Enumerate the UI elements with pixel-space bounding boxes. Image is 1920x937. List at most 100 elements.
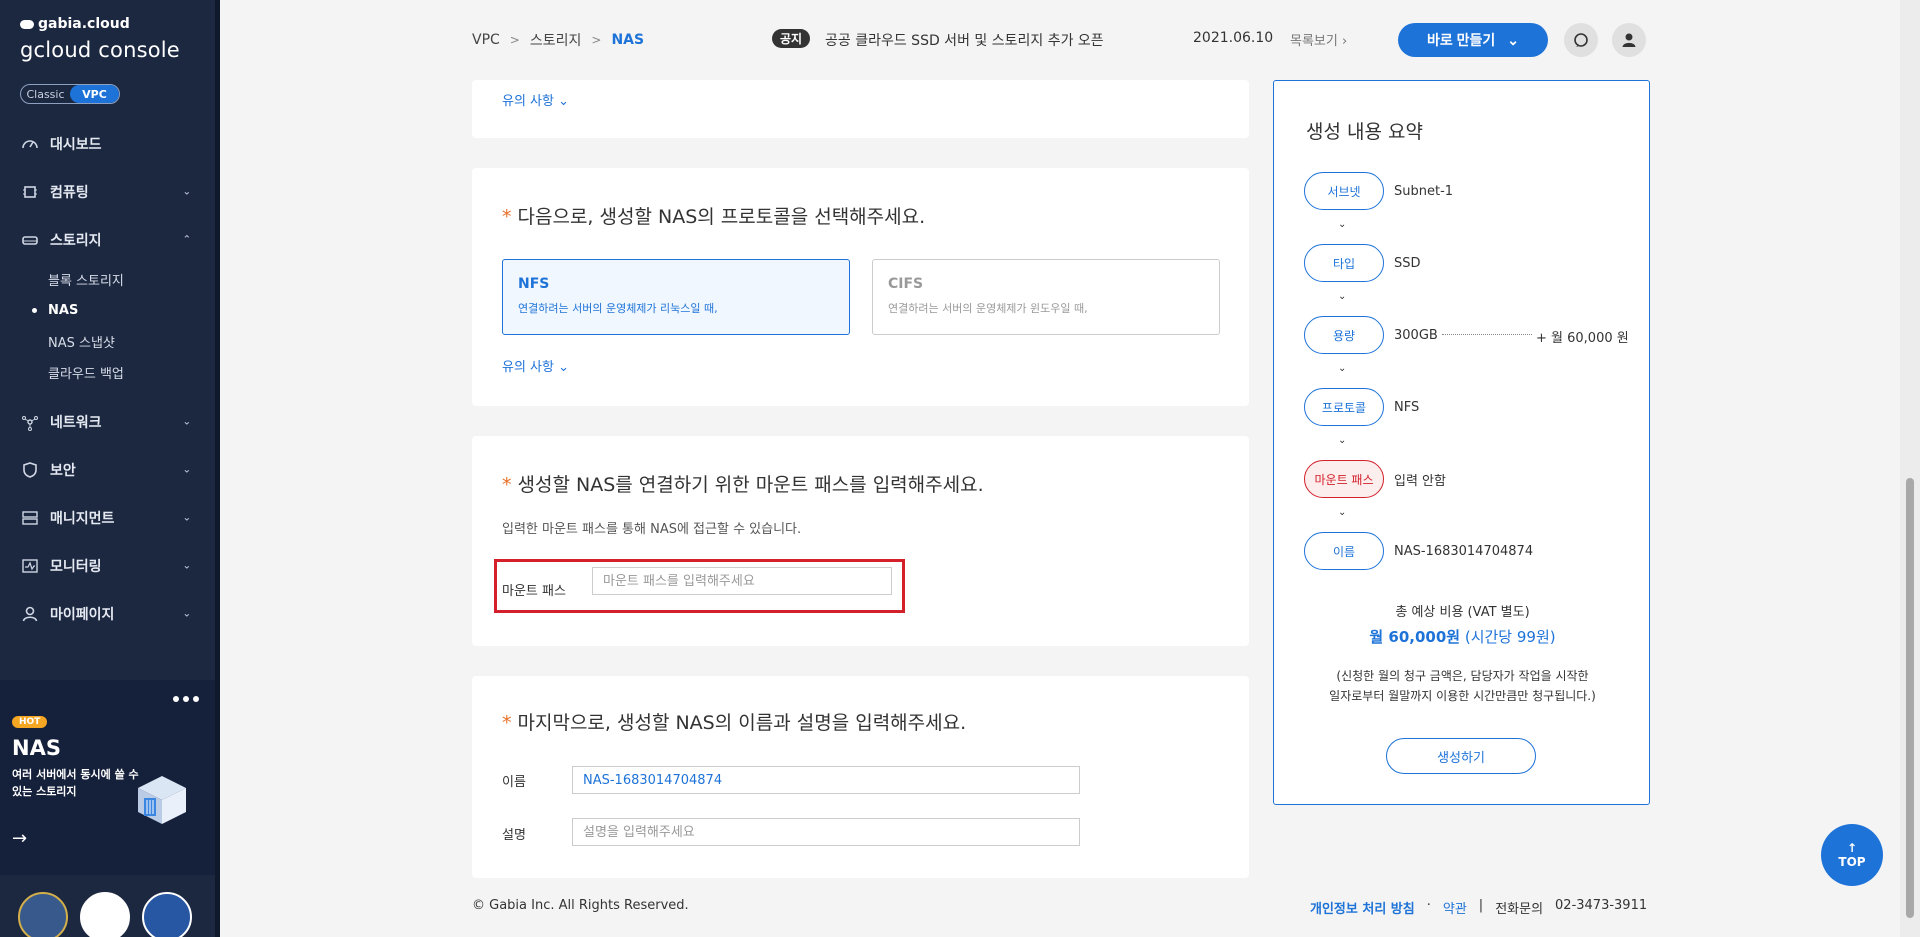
storage-box-illustration-icon bbox=[134, 772, 190, 828]
step-value: NAS-1683014704874 bbox=[1394, 543, 1534, 559]
step-pill[interactable]: 프로토콜 bbox=[1304, 388, 1384, 426]
sidebar-item-monitoring[interactable]: 모니터링 ⌄ bbox=[0, 542, 215, 590]
vpc-option[interactable]: VPC bbox=[70, 85, 119, 103]
sidebar-subitem-block-storage[interactable]: 블록 스토리지 bbox=[48, 264, 215, 295]
promo-desc: 여러 서버에서 동시에 쓸 수 있는 스토리지 bbox=[12, 768, 139, 798]
step-value: NFS bbox=[1394, 399, 1420, 415]
chevron-down-icon: ⌄ bbox=[182, 608, 191, 620]
step-pill[interactable]: 용량 bbox=[1304, 316, 1384, 354]
protocol-option-nfs[interactable]: NFS 연결하려는 서버의 운영체제가 리눅스일 때, bbox=[502, 259, 850, 335]
arrow-right-icon[interactable]: → bbox=[12, 828, 27, 849]
carousel-dot[interactable] bbox=[193, 696, 199, 702]
mount-path-label: 마운트 패스 bbox=[502, 584, 566, 599]
sidebar-item-security[interactable]: 보안 ⌄ bbox=[0, 446, 215, 494]
carousel-dot[interactable] bbox=[173, 696, 179, 702]
user-icon bbox=[20, 604, 40, 624]
brand-top[interactable]: gabia.cloud bbox=[20, 16, 130, 32]
notice-list-link[interactable]: 목록보기 › bbox=[1290, 30, 1347, 49]
breadcrumb: VPC > 스토리지 > NAS bbox=[472, 30, 644, 50]
footer-separator: · bbox=[1426, 898, 1431, 913]
required-mark: * bbox=[502, 206, 512, 228]
total-cost: 월 60,000원 (시간당 99원) bbox=[1274, 626, 1651, 647]
step-pill-warning[interactable]: 마운트 패스 bbox=[1304, 460, 1384, 498]
classic-option[interactable]: Classic bbox=[21, 85, 70, 103]
sidebar-item-dashboard[interactable]: 대시보드 bbox=[0, 120, 215, 168]
sidebar-subitem-nas-snapshot[interactable]: NAS 스냅샷 bbox=[48, 326, 215, 357]
sidebar-item-network[interactable]: 네트워크 ⌄ bbox=[0, 398, 215, 446]
protocol-name: NFS bbox=[518, 276, 550, 292]
quick-create-label: 바로 만들기 bbox=[1426, 32, 1496, 48]
page-scrollbar[interactable] bbox=[1900, 0, 1920, 937]
profile-button[interactable] bbox=[1612, 23, 1646, 57]
name-section-title: * 마지막으로, 생성할 NAS의 이름과 설명을 입력해주세요. bbox=[502, 708, 966, 735]
billing-note-line: 일자로부터 월말까지 이용한 시간만큼만 청구됩니다.) bbox=[1329, 689, 1596, 703]
sidebar-item-management[interactable]: 매니지먼트 ⌄ bbox=[0, 494, 215, 542]
capacity-price: + 월 60,000 원 bbox=[1536, 331, 1629, 346]
contact-number: 02-3473-3911 bbox=[1555, 898, 1648, 913]
sidebar-item-label: 마이페이지 bbox=[50, 607, 115, 623]
protocol-option-cifs[interactable]: CIFS 연결하려는 서버의 운영체제가 윈도우일 때, bbox=[872, 259, 1220, 335]
contact-label: 전화문의 bbox=[1495, 902, 1544, 917]
brand-title[interactable]: gcloud console bbox=[20, 38, 180, 62]
chevron-down-icon: ⌄ bbox=[182, 512, 191, 524]
scroll-to-top-button[interactable]: ↑ TOP bbox=[1821, 824, 1883, 886]
terms-link[interactable]: 약관 bbox=[1443, 898, 1467, 917]
chevron-down-icon: ⌄ bbox=[1338, 363, 1347, 374]
breadcrumb-nas[interactable]: NAS bbox=[611, 32, 644, 48]
protocol-title-text: 다음으로, 생성할 NAS의 프로토콜을 선택해주세요. bbox=[517, 206, 926, 228]
caution-toggle[interactable]: 유의 사항 ⌄ bbox=[502, 90, 569, 109]
caution-toggle[interactable]: 유의 사항 ⌄ bbox=[502, 356, 569, 375]
sidebar-menu: 대시보드 컴퓨팅 ⌄ 스토리지 ⌃ 블록 스토리지 NAS NAS 스냅샷 클라… bbox=[0, 120, 215, 638]
privacy-policy-link[interactable]: 개인정보 처리 방침 bbox=[1310, 898, 1415, 917]
create-button[interactable]: 생성하기 bbox=[1386, 738, 1536, 774]
sidebar-item-computing[interactable]: 컴퓨팅 ⌄ bbox=[0, 168, 215, 216]
step-pill[interactable]: 이름 bbox=[1304, 532, 1384, 570]
total-cost-label: 총 예상 비용 (VAT 별도) bbox=[1395, 605, 1530, 620]
sidebar-item-mypage[interactable]: 마이페이지 ⌄ bbox=[0, 590, 215, 638]
mount-desc: 입력한 마운트 패스를 통해 NAS에 접근할 수 있습니다. bbox=[502, 522, 802, 537]
notice-badge: 공지 bbox=[772, 29, 811, 48]
name-label: 이름 bbox=[502, 775, 526, 790]
billing-note: (신청한 월의 청구 금액은, 담당자가 작업을 시작한 일자로부터 월말까지 … bbox=[1274, 666, 1651, 706]
scrollbar-thumb[interactable] bbox=[1906, 478, 1914, 918]
protocol-card: * 다음으로, 생성할 NAS의 프로토콜을 선택해주세요. NFS 연결하려는 … bbox=[472, 168, 1249, 406]
protocol-desc: 연결하려는 서버의 운영체제가 리눅스일 때, bbox=[518, 302, 718, 315]
sidebar-subitem-nas[interactable]: NAS bbox=[32, 295, 215, 326]
summary-step-type: 타입 SSD bbox=[1304, 243, 1421, 283]
monitoring-icon bbox=[20, 556, 40, 576]
chevron-down-icon: ⌄ bbox=[182, 186, 191, 198]
description-input[interactable] bbox=[572, 818, 1080, 846]
user-icon bbox=[1622, 33, 1636, 47]
summary-step-mount-path: 마운트 패스 입력 안함 bbox=[1304, 459, 1446, 499]
chevron-down-icon: ⌄ bbox=[1338, 435, 1347, 446]
mount-path-card: * 생성할 NAS를 연결하기 위한 마운트 패스를 입력해주세요. 입력한 마운… bbox=[472, 436, 1249, 646]
chevron-down-icon: ⌄ bbox=[1338, 219, 1347, 230]
sidebar-item-storage[interactable]: 스토리지 ⌃ bbox=[0, 216, 215, 264]
step-value: 300GB bbox=[1394, 327, 1438, 343]
console-mode-toggle[interactable]: Classic VPC bbox=[20, 84, 120, 104]
breadcrumb-vpc[interactable]: VPC bbox=[472, 32, 500, 48]
chevron-down-icon: ⌄ bbox=[1338, 507, 1347, 518]
name-input[interactable] bbox=[572, 766, 1080, 794]
summary-step-subnet: 서브넷 Subnet-1 bbox=[1304, 171, 1453, 211]
quick-create-button[interactable]: 바로 만들기 ⌄ bbox=[1398, 23, 1548, 57]
required-mark: * bbox=[502, 474, 512, 496]
cloud-logo-icon bbox=[20, 19, 34, 29]
notice-text[interactable]: 공공 클라우드 SSD 서버 및 스토리지 추가 오픈 bbox=[825, 30, 1104, 50]
top-header: VPC > 스토리지 > NAS 공지 공공 클라우드 SSD 서버 및 스토리… bbox=[220, 0, 1900, 80]
carousel-dot[interactable] bbox=[183, 696, 189, 702]
carousel-dots[interactable] bbox=[173, 696, 199, 702]
summary-step-capacity: 용량 300GB bbox=[1304, 315, 1438, 355]
step-pill[interactable]: 서브넷 bbox=[1304, 172, 1384, 210]
mount-path-input[interactable] bbox=[592, 567, 892, 595]
sidebar-item-label: 보안 bbox=[50, 463, 76, 479]
step-pill[interactable]: 타입 bbox=[1304, 244, 1384, 282]
sidebar-subitem-cloud-backup[interactable]: 클라우드 백업 bbox=[48, 357, 215, 388]
promo-banner[interactable]: HOT NAS 여러 서버에서 동시에 쓸 수 있는 스토리지 → bbox=[0, 680, 215, 875]
dashboard-icon bbox=[20, 134, 40, 154]
footer-separator: | bbox=[1478, 898, 1484, 913]
sidebar-item-label: 모니터링 bbox=[50, 559, 102, 575]
breadcrumb-storage[interactable]: 스토리지 bbox=[530, 30, 582, 50]
chat-button[interactable] bbox=[1564, 23, 1598, 57]
price-leader-line bbox=[1442, 334, 1532, 335]
